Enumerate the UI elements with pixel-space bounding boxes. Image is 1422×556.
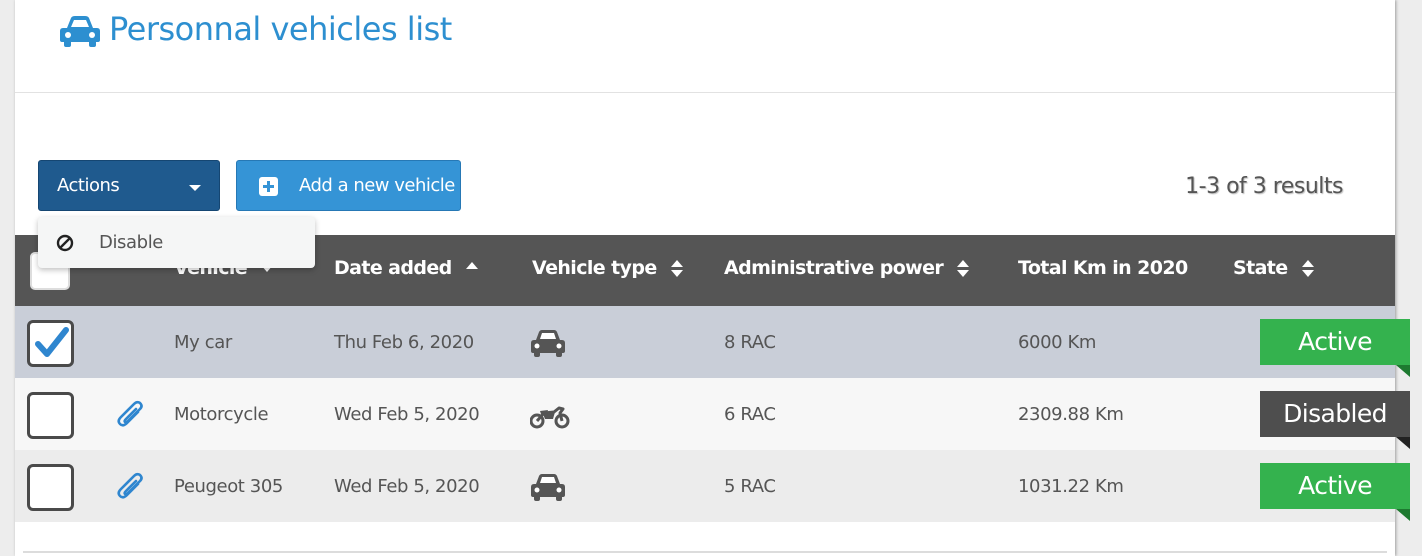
column-vehicle-type[interactable]: Vehicle type (532, 257, 683, 279)
sort-asc-icon (465, 260, 478, 278)
caret-down-icon (189, 185, 201, 191)
row-checkbox[interactable] (27, 464, 74, 511)
results-count: 1-3 of 3 results (1185, 174, 1343, 199)
main-panel: Personnal vehicles list Actions Add a ne… (15, 0, 1410, 556)
administrative-power: 8 RAC (724, 332, 776, 353)
column-date-added[interactable]: Date added (334, 257, 478, 279)
column-total-km[interactable]: Total Km in 2020 (1018, 257, 1188, 279)
car-icon (60, 16, 100, 47)
add-vehicle-label: Add a new vehicle (299, 175, 455, 196)
plus-square-icon (259, 177, 278, 196)
actions-dropdown-menu: Disable (38, 217, 315, 268)
checkmark-icon (35, 327, 69, 357)
column-administrative-power[interactable]: Administrative power (724, 257, 970, 279)
vehicle-name: My car (174, 332, 232, 353)
total-km: 1031.22 Km (1018, 476, 1124, 497)
date-added: Wed Feb 5, 2020 (334, 404, 480, 425)
paperclip-icon[interactable] (116, 470, 146, 502)
actions-label: Actions (57, 175, 120, 196)
sort-icon (670, 259, 683, 278)
page-header: Personnal vehicles list (15, 0, 1395, 93)
divider (23, 551, 1387, 553)
sort-icon (1301, 259, 1314, 278)
total-km: 6000 Km (1018, 332, 1097, 353)
row-checkbox[interactable] (27, 392, 74, 439)
car-icon (531, 474, 565, 501)
vehicle-name: Peugeot 305 (174, 476, 283, 497)
total-km: 2309.88 Km (1018, 404, 1124, 425)
status-badge: Active (1260, 319, 1410, 377)
page-title: Personnal vehicles list (109, 10, 452, 48)
car-icon (531, 330, 565, 357)
column-state[interactable]: State (1233, 257, 1314, 279)
table-row[interactable]: My car Thu Feb 6, 2020 8 RAC 6000 Km Act… (15, 306, 1410, 378)
actions-dropdown-button[interactable]: Actions (38, 160, 220, 211)
table-row[interactable]: Motorcycle Wed Feb 5, 2020 6 RAC 2309.88… (15, 378, 1410, 450)
dropdown-item-label: Disable (99, 232, 163, 253)
status-badge: Active (1260, 463, 1410, 521)
date-added: Wed Feb 5, 2020 (334, 476, 480, 497)
table-row[interactable]: Peugeot 305 Wed Feb 5, 2020 5 RAC 1031.2… (15, 450, 1410, 522)
administrative-power: 6 RAC (724, 404, 776, 425)
sort-icon (957, 259, 970, 278)
paperclip-icon[interactable] (116, 398, 146, 430)
row-checkbox[interactable] (27, 320, 74, 367)
motorcycle-icon (530, 406, 570, 429)
vehicle-name: Motorcycle (174, 404, 269, 425)
dropdown-item-disable[interactable]: Disable (38, 217, 315, 268)
administrative-power: 5 RAC (724, 476, 776, 497)
ban-icon (56, 234, 74, 252)
vehicles-table: Vehicle Date added Vehicle type Administ… (15, 235, 1410, 522)
add-vehicle-button[interactable]: Add a new vehicle (236, 160, 461, 211)
date-added: Thu Feb 6, 2020 (334, 332, 474, 353)
status-badge: Disabled (1260, 391, 1410, 449)
